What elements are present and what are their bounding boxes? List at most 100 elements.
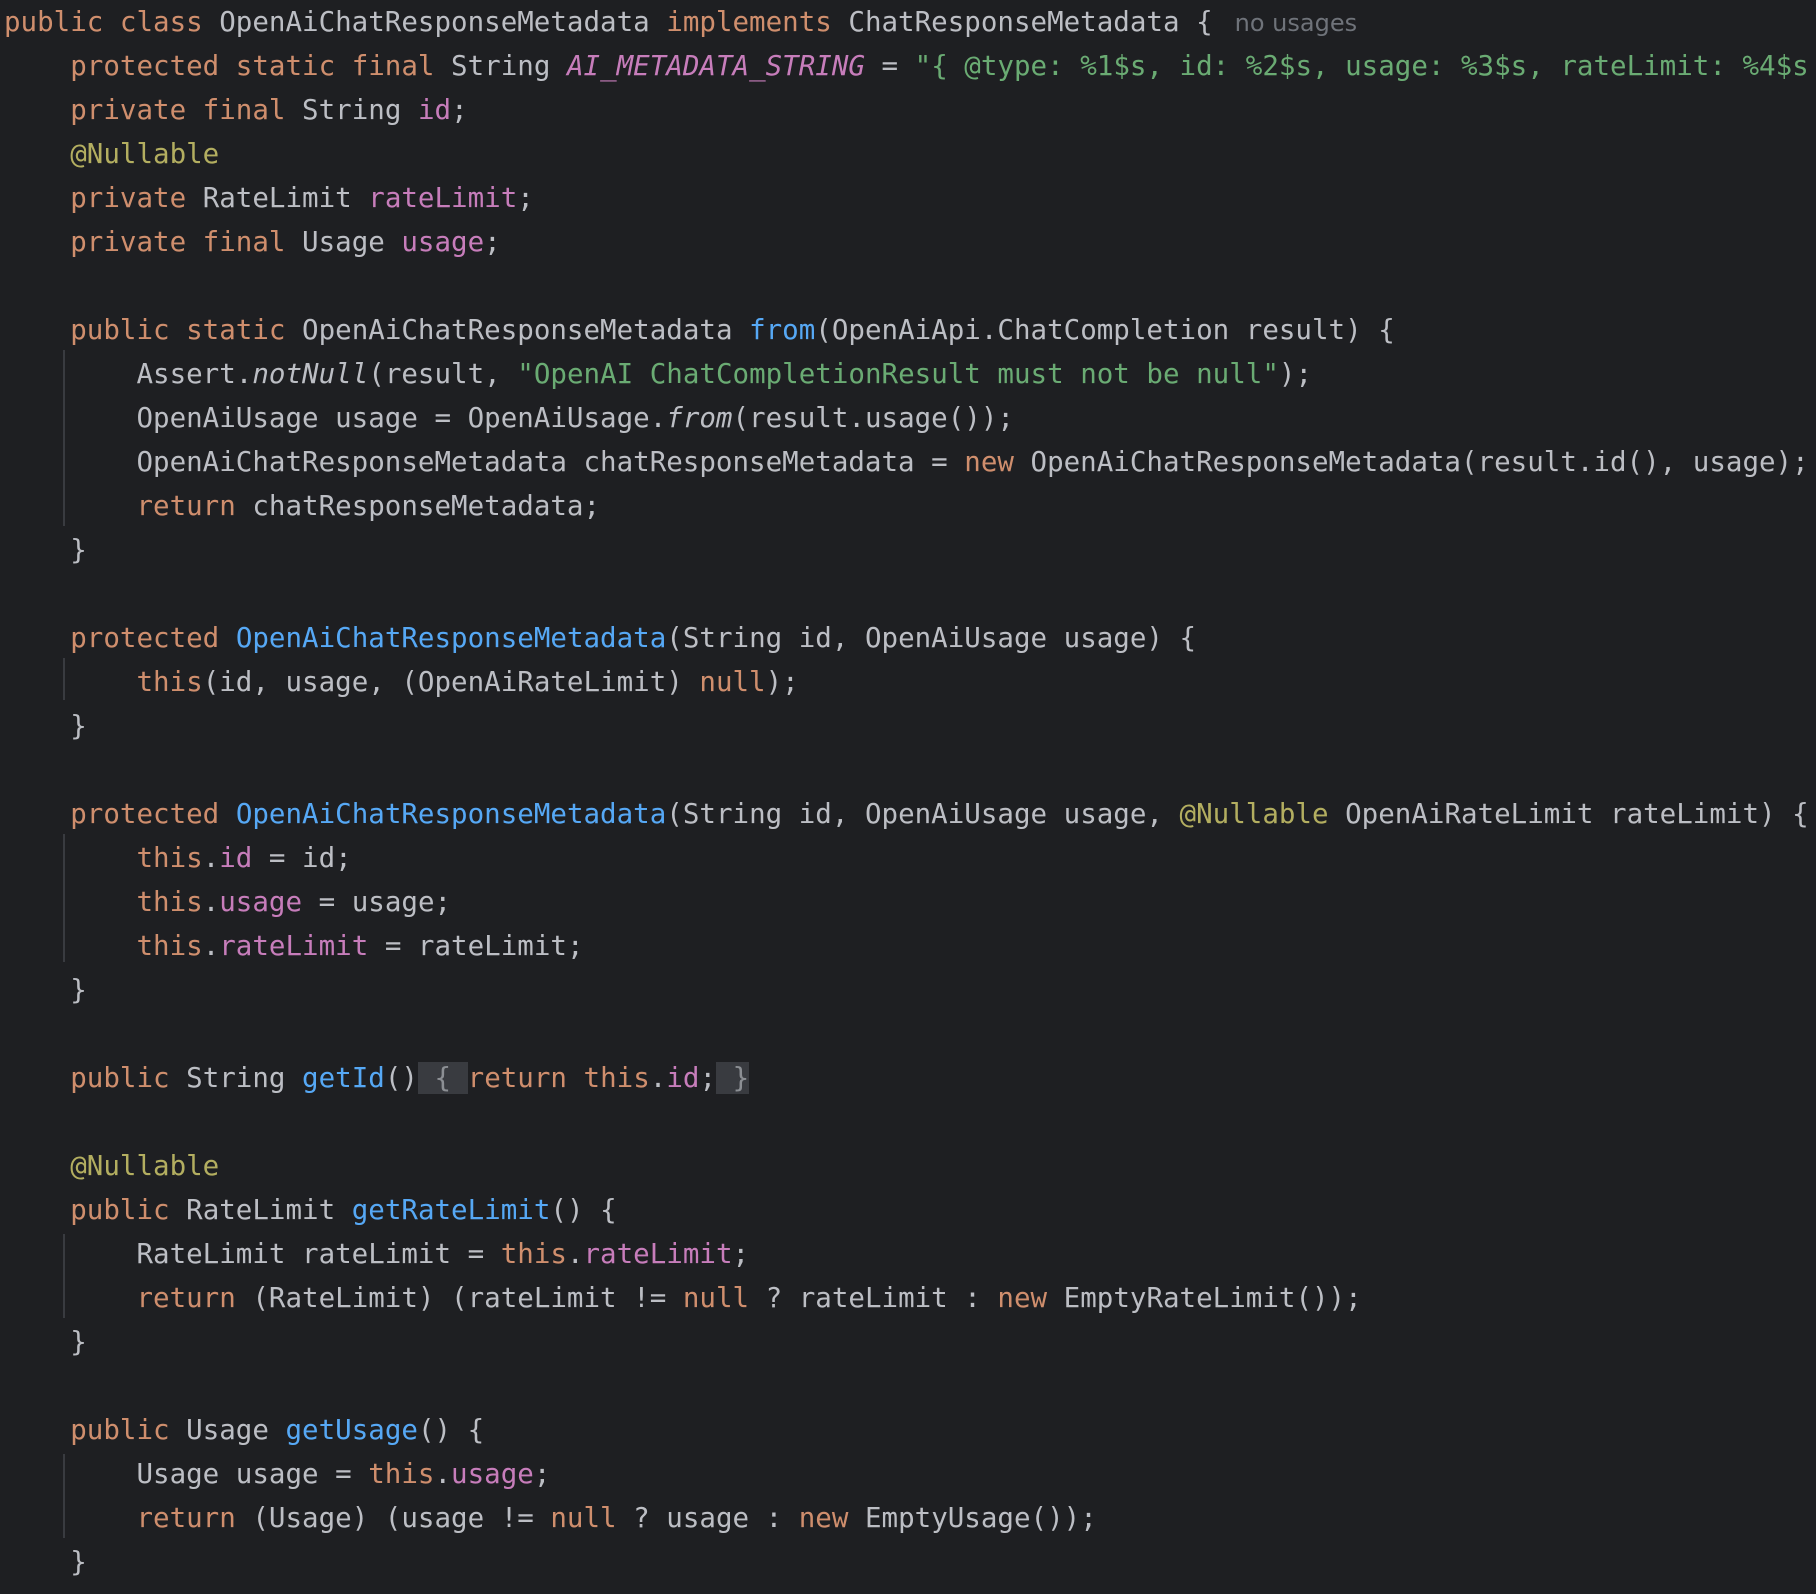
code-text: = (864, 50, 915, 82)
code-line[interactable]: protected static final String AI_METADAT… (4, 44, 1816, 88)
code-token-str: "{ @type: %1$s, id: %2$s, usage: %3$s, r… (914, 50, 1816, 82)
code-line[interactable]: return (Usage) (usage != null ? usage : … (4, 1496, 1097, 1540)
code-text: (result.usage()); (732, 402, 1014, 434)
code-text: (RateLimit) (rateLimit != (252, 1282, 683, 1314)
code-line[interactable]: Usage usage = this.usage; (4, 1452, 550, 1496)
code-line[interactable]: public static OpenAiChatResponseMetadata… (4, 308, 1395, 352)
code-text: ? usage : (616, 1502, 799, 1534)
code-line[interactable]: } (4, 1540, 87, 1584)
code-token-kw: new (997, 1282, 1064, 1314)
code-text: ChatResponseMetadata { (848, 6, 1213, 38)
code-text: OpenAiChatResponseMetadata (302, 314, 750, 346)
code-line[interactable]: Assert.notNull(result, "OpenAI ChatCompl… (4, 352, 1312, 396)
code-text: (Usage) (usage != (252, 1502, 551, 1534)
code-text: RateLimit (186, 1194, 352, 1226)
code-token-kw: private final (70, 226, 303, 258)
code-text: } (4, 1326, 87, 1358)
code-token-kw: public class (4, 6, 220, 38)
code-token-kw: public (70, 1194, 187, 1226)
code-token-kw: protected static final (70, 50, 452, 82)
code-line[interactable]: } (4, 968, 87, 1012)
code-line[interactable]: public class OpenAiChatResponseMetadata … (4, 0, 1357, 44)
code-text: String (451, 50, 567, 82)
code-line[interactable]: return chatResponseMetadata; (4, 484, 600, 528)
code-token-fld: rateLimit (583, 1238, 733, 1270)
code-line[interactable]: this.usage = usage; (4, 880, 451, 924)
code-token-kw: null (699, 666, 766, 698)
code-text: Assert. (4, 358, 253, 390)
code-text: ; (517, 182, 534, 214)
code-token-kw: public (70, 1414, 187, 1446)
code-line[interactable]: RateLimit rateLimit = this.rateLimit; (4, 1232, 749, 1276)
code-text: chatResponseMetadata; (252, 490, 601, 522)
inlay-hint-usages[interactable]: no usages (1235, 9, 1357, 37)
code-line[interactable]: private RateLimit rateLimit; (4, 176, 534, 220)
code-line[interactable]: this(id, usage, (OpenAiRateLimit) null); (4, 660, 798, 704)
code-line[interactable]: protected OpenAiChatResponseMetadata(Str… (4, 792, 1809, 836)
code-line[interactable]: } (4, 704, 87, 748)
code-text: ; (732, 1238, 750, 1270)
code-token-fld: usage (451, 1458, 534, 1490)
folded-region-marker[interactable]: { (417, 1062, 468, 1094)
code-line[interactable]: this.id = id; (4, 836, 351, 880)
code-token-kw: protected (70, 622, 236, 654)
code-line[interactable]: OpenAiChatResponseMetadata chatResponseM… (4, 440, 1809, 484)
code-token-ann: @Nullable (1179, 798, 1346, 830)
code-line[interactable]: private final String id; (4, 88, 467, 132)
code-text: ; (699, 1062, 717, 1094)
code-text: } (4, 1546, 87, 1578)
code-token-kw: new (964, 446, 1031, 478)
code-text: OpenAiUsage usage = OpenAiUsage. (4, 402, 667, 434)
code-line[interactable]: @Nullable (4, 132, 219, 176)
code-token-fn: getRateLimit (351, 1194, 551, 1226)
code-line[interactable]: public Usage getUsage() { (4, 1408, 484, 1452)
code-text: = rateLimit; (368, 930, 584, 962)
code-line[interactable]: this.rateLimit = rateLimit; (4, 924, 584, 968)
code-line[interactable]: OpenAiUsage usage = OpenAiUsage.from(res… (4, 396, 1014, 440)
code-line[interactable]: @Nullable (4, 1144, 219, 1188)
code-token-ann: @Nullable (70, 1150, 220, 1182)
code-line[interactable]: private final Usage usage; (4, 220, 501, 264)
code-text: EmptyRateLimit()); (1063, 1282, 1362, 1314)
code-text: EmptyUsage()); (864, 1502, 1097, 1534)
code-text: OpenAiChatResponseMetadata(result.id(), … (1030, 446, 1809, 478)
code-token-kw: return (136, 1282, 253, 1314)
code-text: (id, usage, (OpenAiRateLimit) (202, 666, 700, 698)
code-line[interactable]: public RateLimit getRateLimit() { (4, 1188, 617, 1232)
code-token-kw: return (136, 1502, 253, 1534)
code-text: () { (550, 1194, 617, 1226)
code-token-kw: this (136, 666, 203, 698)
code-token-kw: null (682, 1282, 750, 1314)
code-token-kw: protected (70, 798, 236, 830)
code-token-fld: id (417, 94, 452, 126)
code-editor[interactable]: public class OpenAiChatResponseMetadata … (0, 0, 1816, 1594)
code-line[interactable]: public String getId() { return this.id; … (4, 1056, 750, 1100)
code-line[interactable]: protected OpenAiChatResponseMetadata(Str… (4, 616, 1196, 660)
code-text: } (4, 974, 87, 1006)
code-token-fn: getUsage (285, 1414, 418, 1446)
code-token-kw: null (550, 1502, 617, 1534)
folded-region-marker[interactable]: } (716, 1062, 750, 1094)
code-line[interactable]: } (4, 1320, 87, 1364)
code-token-fn: getId (302, 1062, 385, 1094)
code-text: Usage (186, 1414, 286, 1446)
code-token-kw: public static (70, 314, 303, 346)
code-line[interactable]: } (4, 528, 87, 572)
code-token-ann: @Nullable (70, 138, 220, 170)
code-line[interactable]: return (RateLimit) (rateLimit != null ? … (4, 1276, 1362, 1320)
code-text: (String id, OpenAiUsage usage, (666, 798, 1180, 830)
code-token-kw: this (136, 842, 203, 874)
code-text: = usage; (302, 886, 452, 918)
code-text: OpenAiRateLimit rateLimit) { (1345, 798, 1809, 830)
